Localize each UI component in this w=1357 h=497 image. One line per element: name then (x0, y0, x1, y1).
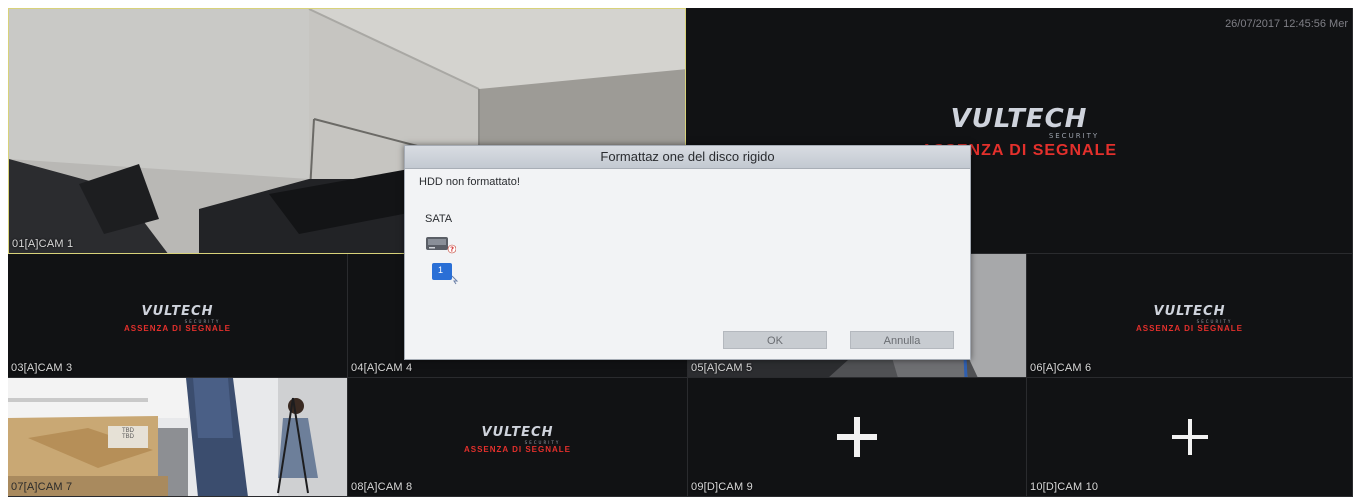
sata-group-label: SATA (425, 213, 453, 225)
camera-tile-7[interactable]: TBD TBD 07[A]CAM 7 (8, 378, 348, 497)
cancel-button[interactable]: Annulla (850, 331, 954, 349)
camera-label: 07[A]CAM 7 (11, 481, 73, 493)
logo-brand: VULTECH (1153, 304, 1226, 319)
logo-brand: VULTECH (481, 425, 554, 440)
timestamp: 26/07/2017 12:45:56 Mer (1225, 18, 1348, 30)
logo-brand: VULTECH (141, 304, 214, 319)
logo-brand: VULTECH (950, 104, 1088, 134)
camera-tile-8[interactable]: VULTECH SECURITY ASSENZA DI SEGNALE 08[A… (348, 378, 688, 497)
no-signal-text: ASSENZA DI SEGNALE (463, 445, 572, 454)
disk-number: 1 (438, 265, 444, 275)
no-signal-text: ASSENZA DI SEGNALE (123, 324, 232, 333)
disk-1-item[interactable]: 1 (432, 263, 462, 285)
camera-feed-cam-7 (8, 378, 347, 496)
add-camera-icon[interactable] (1171, 419, 1208, 455)
camera-tile-3[interactable]: VULTECH SECURITY ASSENZA DI SEGNALE 03[A… (8, 254, 348, 378)
camera-label: 09[D]CAM 9 (691, 481, 753, 493)
hard-disk-warning-icon: ? (426, 237, 456, 254)
camera-tile-9[interactable]: 09[D]CAM 9 (688, 378, 1027, 497)
camera-label: 10[D]CAM 10 (1030, 481, 1099, 493)
camera-label: 08[A]CAM 8 (351, 481, 413, 493)
camera-label: 04[A]CAM 4 (351, 362, 413, 374)
vultech-logo: VULTECH SECURITY ASSENZA DI SEGNALE (1027, 304, 1352, 333)
camera-label: 05[A]CAM 5 (691, 362, 753, 374)
camera-label: 01[A]CAM 1 (12, 238, 74, 250)
camera-tile-6[interactable]: VULTECH SECURITY ASSENZA DI SEGNALE 06[A… (1027, 254, 1353, 378)
camera-tile-10[interactable]: 10[D]CAM 10 (1027, 378, 1353, 497)
camera-label: 06[A]CAM 6 (1030, 362, 1092, 374)
format-hdd-dialog: Formattaz one del disco rigido HDD non f… (404, 145, 971, 360)
vultech-logo: VULTECH SECURITY ASSENZA DI SEGNALE (8, 304, 347, 333)
svg-text:?: ? (450, 246, 454, 254)
dialog-title[interactable]: Formattaz one del disco rigido (405, 146, 970, 169)
logo-sub: SECURITY (1048, 132, 1100, 140)
dialog-message: HDD non formattato! (419, 176, 520, 188)
no-signal-text: ASSENZA DI SEGNALE (1135, 324, 1244, 333)
disk-select-icon (432, 263, 459, 285)
camera-label: 03[A]CAM 3 (11, 362, 73, 374)
ok-button[interactable]: OK (723, 331, 827, 349)
vultech-logo: VULTECH SECURITY ASSENZA DI SEGNALE (348, 425, 687, 454)
box-label: TBD TBD (122, 428, 134, 440)
add-camera-icon[interactable] (837, 417, 877, 457)
